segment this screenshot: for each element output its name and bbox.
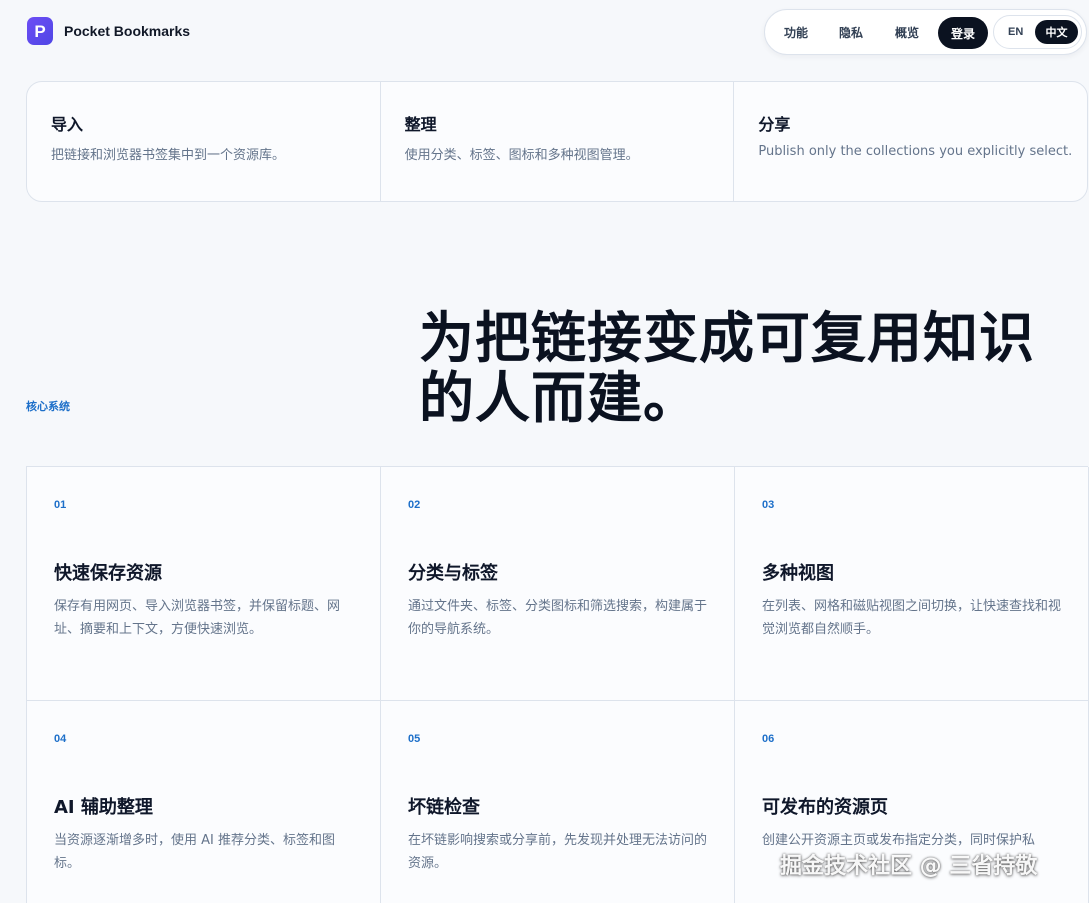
top-nav: 功能 隐私 概览 登录 EN 中文 (764, 9, 1087, 55)
feature-title: 可发布的资源页 (762, 797, 888, 818)
feature-card: 05 坏链检查 在坏链影响搜索或分享前，先发现并处理无法访问的资源。 (381, 701, 735, 903)
feature-desc: 保存有用网页、导入浏览器书签，并保留标题、网址、摘要和上下文，方便快速浏览。 (54, 599, 341, 637)
feature-number: 06 (762, 733, 775, 745)
top-card-share: 分享 Publish only the collections you expl… (734, 82, 1087, 201)
top-card-title: 导入 (51, 115, 84, 134)
feature-number: 02 (408, 499, 421, 511)
section-headline: 为把链接变成可复用知识 的人而建。 (419, 308, 1079, 428)
feature-title: 坏链检查 (408, 797, 480, 818)
top-card-organize: 整理 使用分类、标签、图标和多种视图管理。 (381, 82, 735, 201)
login-button[interactable]: 登录 (938, 17, 988, 49)
feature-number: 05 (408, 733, 421, 745)
feature-desc: 通过文件夹、标签、分类图标和筛选搜索，构建属于你的导航系统。 (408, 599, 708, 637)
lang-option-zh[interactable]: 中文 (1035, 20, 1078, 44)
feature-desc: 当资源逐渐增多时，使用 AI 推荐分类、标签和图标。 (54, 833, 335, 871)
language-switch: EN 中文 (993, 15, 1082, 49)
feature-card: 04 AI 辅助整理 当资源逐渐增多时，使用 AI 推荐分类、标签和图标。 (27, 701, 381, 903)
top-card-title: 整理 (404, 115, 437, 134)
feature-number: 03 (762, 499, 775, 511)
watermark: 掘金技术社区 @ 三省持敬 (780, 854, 1038, 879)
brand-name: Pocket Bookmarks (64, 23, 191, 39)
logo-glyph: P (34, 21, 46, 41)
feature-title: 多种视图 (762, 563, 834, 584)
top-cards: 导入 把链接和浏览器书签集中到一个资源库。 整理 使用分类、标签、图标和多种视图… (26, 81, 1088, 202)
brand[interactable]: P Pocket Bookmarks (27, 17, 190, 45)
feature-title: 分类与标签 (408, 563, 498, 584)
top-card-desc: 把链接和浏览器书签集中到一个资源库。 (51, 148, 286, 163)
page: P Pocket Bookmarks 功能 隐私 概览 登录 EN 中文 导入 … (0, 0, 1089, 903)
app-logo-icon: P (27, 17, 53, 45)
feature-card: 02 分类与标签 通过文件夹、标签、分类图标和筛选搜索，构建属于你的导航系统。 (381, 467, 735, 701)
feature-desc: 在坏链影响搜索或分享前，先发现并处理无法访问的资源。 (408, 833, 708, 871)
top-card-desc: 使用分类、标签、图标和多种视图管理。 (404, 148, 639, 163)
nav-link-privacy[interactable]: 隐私 (839, 24, 863, 41)
feature-title: AI 辅助整理 (54, 797, 153, 818)
nav-link-overview[interactable]: 概览 (895, 24, 919, 41)
top-card-title: 分享 (758, 115, 791, 134)
nav-link-features[interactable]: 功能 (784, 24, 808, 41)
feature-number: 04 (54, 733, 67, 745)
top-card-desc: Publish only the collections you explici… (758, 144, 1073, 159)
feature-card: 01 快速保存资源 保存有用网页、导入浏览器书签，并保留标题、网址、摘要和上下文… (27, 467, 381, 701)
top-card-import: 导入 把链接和浏览器书签集中到一个资源库。 (27, 82, 381, 201)
feature-card: 03 多种视图 在列表、网格和磁贴视图之间切换，让快速查找和视觉浏览都自然顺手。 (735, 467, 1089, 701)
lang-option-en[interactable]: EN (1008, 26, 1023, 38)
feature-grid: 01 快速保存资源 保存有用网页、导入浏览器书签，并保留标题、网址、摘要和上下文… (26, 466, 1089, 903)
headline-line-1: 为把链接变成可复用知识 (419, 306, 1036, 370)
headline-line-2: 的人而建。 (419, 366, 700, 430)
section-label: 核心系统 (26, 400, 70, 413)
feature-desc: 在列表、网格和磁贴视图之间切换，让快速查找和视觉浏览都自然顺手。 (762, 599, 1062, 637)
feature-title: 快速保存资源 (54, 563, 162, 584)
feature-number: 01 (54, 499, 67, 511)
